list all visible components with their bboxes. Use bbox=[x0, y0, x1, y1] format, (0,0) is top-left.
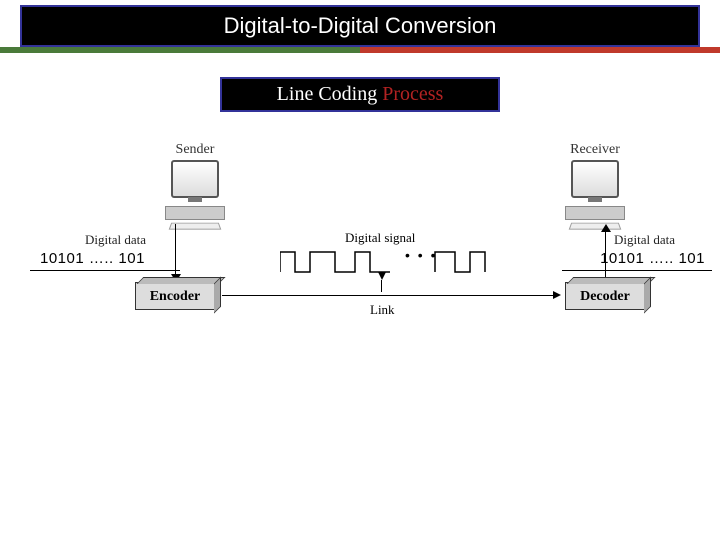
binary-stream-left: 10101 ….. 101 bbox=[40, 250, 145, 267]
monitor-icon bbox=[171, 160, 219, 198]
link-arrow-icon bbox=[553, 291, 561, 299]
keyboard-icon bbox=[169, 223, 222, 230]
digital-signal-label: Digital signal bbox=[345, 230, 415, 246]
subtitle-prefix: Line Coding bbox=[277, 83, 383, 105]
accent-stripe bbox=[0, 47, 720, 53]
computer-base-icon bbox=[565, 206, 625, 220]
subtitle-highlight: Process bbox=[382, 83, 443, 105]
decoder-box: Decoder bbox=[565, 282, 645, 310]
binary-stream-right: 10101 ….. 101 bbox=[600, 250, 705, 267]
signal-arrow-shaft bbox=[381, 280, 382, 292]
link-label: Link bbox=[370, 302, 395, 318]
signal-arrow-head-icon bbox=[378, 272, 386, 280]
waveform-ellipsis: • • • bbox=[405, 247, 437, 263]
digital-data-label-left: Digital data bbox=[85, 232, 146, 248]
receiver-computer: Receiver bbox=[550, 142, 640, 230]
page-title: Digital-to-Digital Conversion bbox=[20, 5, 700, 47]
computer-base-icon bbox=[165, 206, 225, 220]
receiver-label: Receiver bbox=[550, 142, 640, 158]
data-line-left bbox=[30, 270, 180, 271]
sender-computer: Sender bbox=[150, 142, 240, 230]
digital-data-label-right: Digital data bbox=[614, 232, 675, 248]
encoder-box: Encoder bbox=[135, 282, 215, 310]
data-line-right bbox=[562, 270, 712, 271]
subtitle: Line Coding Process bbox=[220, 77, 500, 112]
keyboard-icon bbox=[569, 223, 622, 230]
line-coding-diagram: Sender Receiver Digital data Digital dat… bbox=[0, 142, 720, 442]
sender-label: Sender bbox=[150, 142, 240, 158]
monitor-icon bbox=[571, 160, 619, 198]
link-line bbox=[222, 295, 557, 296]
